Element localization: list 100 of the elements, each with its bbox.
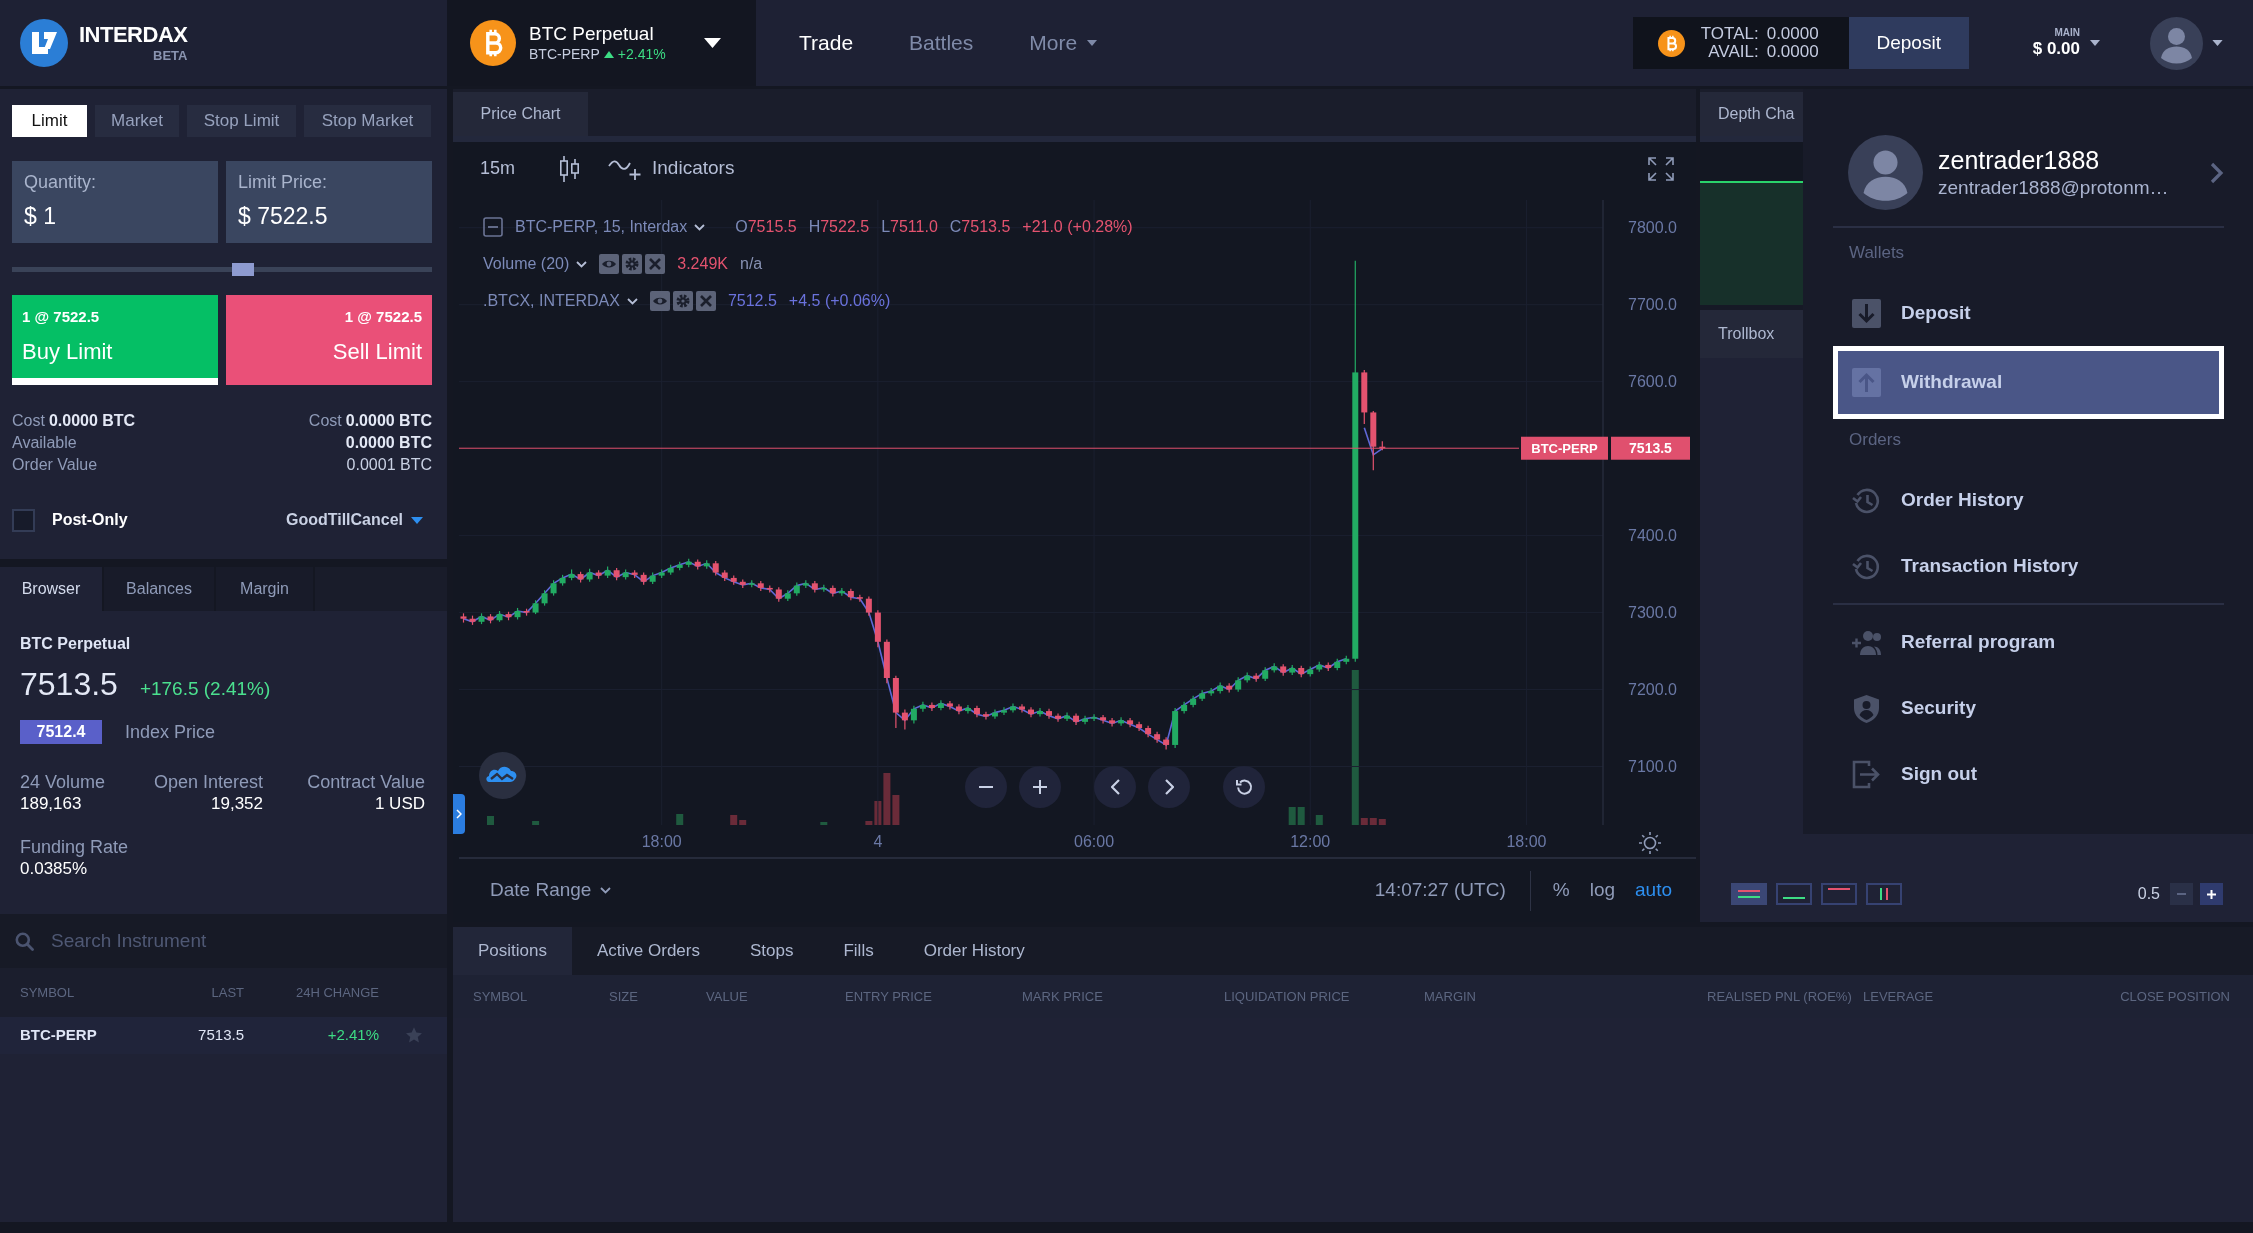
panel-tab[interactable]: Positions [453,927,572,975]
order-type-tab[interactable]: Stop Market [304,105,431,137]
candle [811,580,818,594]
line-style-button[interactable] [1731,883,1767,905]
line-style-button[interactable] [1866,883,1902,905]
scale-toggle[interactable]: log [1589,876,1615,905]
increase-button[interactable] [2200,883,2223,905]
menu-item[interactable]: Security [1833,675,2224,741]
sell-button[interactable]: 1 @ 7522.5 Sell Limit [226,295,432,385]
candle [802,579,809,589]
eye-icon[interactable] [649,291,670,311]
deposit-button[interactable]: Deposit [1848,17,1969,69]
decrease-button[interactable] [2170,883,2193,905]
panel-tab[interactable]: Depth Cha [1700,92,1803,136]
input-field[interactable]: Quantity: $ 1 [12,161,218,243]
date-range-dropdown[interactable]: Date Range [490,876,612,905]
cost-label: Cost [12,411,45,431]
series-title[interactable]: .BTCX, INTERDAX [483,289,638,313]
interval-button[interactable]: 15m [480,155,515,182]
menu-item[interactable]: Withdrawal [1833,346,2224,419]
indicators-button[interactable]: Indicators [608,154,735,183]
panel-tab[interactable]: Fills [818,927,899,975]
account-balance: $ 0.00 [2032,38,2080,59]
axis-label: 06:00 [1074,833,1115,850]
candle [568,568,575,581]
plus-icon [2207,889,2216,899]
menu-item[interactable]: Referral program [1833,609,2224,675]
clock-label: 14:07:27 (UTC) [1374,878,1506,903]
instrument-selector[interactable]: BTC Perpetual BTC-PERP +2.41% [447,0,756,86]
stat-value: 19,352 [211,792,263,815]
axis-label: 7200.0 [1628,681,1677,699]
axis-label: 7400.0 [1628,527,1677,545]
chevron-right-icon [456,809,462,819]
scale-toggle[interactable]: auto [1635,876,1672,905]
panel-tab[interactable]: Browser [0,567,104,611]
close-icon[interactable] [695,291,716,311]
legend-value: L7511.0 [881,217,938,237]
search-field[interactable]: Search Instrument [0,914,447,968]
coin-icon [470,20,516,66]
legend-value: +21.0 (+0.28%) [1022,217,1133,237]
close-icon[interactable] [645,254,666,274]
order-type-tab[interactable]: Market [95,105,179,137]
series-title[interactable]: BTC-PERP, 15, Interdax [515,215,706,239]
candle [703,559,710,570]
expand-tab[interactable] [453,794,465,834]
column-header: LEVERAGE [1863,987,1935,1006]
search-icon [15,931,34,951]
candle [739,578,746,589]
axis-label: 7600.0 [1628,373,1677,391]
search-input[interactable]: Search Instrument [51,926,381,956]
eye-icon[interactable] [599,254,620,274]
stat-label: Funding Rate [20,835,129,858]
chevron-right-icon[interactable] [2210,161,2224,184]
axis-label: 12:00 [1290,833,1331,850]
menu-item[interactable]: Sign out [1833,741,2224,807]
checkbox[interactable] [12,508,35,532]
gear-icon[interactable] [622,254,643,274]
line-icon [1783,897,1805,899]
legend-value: C7513.5 [949,217,1011,237]
balance-value: 0.0000 [1766,25,1819,43]
gear-icon[interactable] [672,291,693,311]
candle [658,568,665,579]
menu-item[interactable]: Deposit [1833,280,2224,346]
candle [775,586,782,603]
line-style-button[interactable] [1821,883,1857,905]
sign-out-icon [1852,759,1881,789]
menu-item[interactable]: Order History [1833,467,2224,533]
scale-toggle[interactable]: % [1552,876,1570,905]
sun-icon[interactable] [1638,832,1662,854]
nav-link[interactable]: Trade [799,27,854,59]
nav-link[interactable]: More [1029,27,1098,59]
summary-label: Available [12,433,77,453]
series-title[interactable]: Volume (20) [483,252,588,276]
candle [757,580,764,592]
collapse-icon[interactable] [483,217,503,237]
panel-tab[interactable]: Order History [898,927,1050,975]
order-type-tab[interactable]: Stop Limit [187,105,296,137]
legend-value: H7522.5 [808,217,870,237]
candle [712,560,719,577]
star-icon[interactable] [405,1027,423,1044]
change-percent: +2.41% [617,46,666,64]
instrument-name: BTC Perpetual [20,635,132,653]
panel-tab[interactable]: Trollbox [1700,310,1803,358]
panel-tab[interactable]: Active Orders [572,927,725,975]
nav-link[interactable]: Battles [909,27,974,59]
chart-tab[interactable]: Price Chart [453,92,588,136]
candle [1316,661,1323,673]
ref-line-label: BTC-PERP [1531,441,1599,457]
input-field[interactable]: Limit Price: $ 7522.5 [226,161,432,243]
fullscreen-icon[interactable] [1648,156,1674,181]
time-in-force-dropdown[interactable]: GoodTillCancel [285,508,423,532]
candle [766,585,773,594]
menu-item[interactable]: Transaction History [1833,533,2224,599]
order-type-tab[interactable]: Limit [12,105,87,137]
line-style-button[interactable] [1776,883,1812,905]
panel-tab[interactable]: Stops [724,927,819,975]
axis-label: 4 [873,833,883,850]
slider-thumb[interactable] [232,263,254,276]
instrument-row[interactable]: BTC-PERP 7513.5 +2.41% [0,1017,447,1054]
candlestick-icon[interactable] [559,155,581,182]
